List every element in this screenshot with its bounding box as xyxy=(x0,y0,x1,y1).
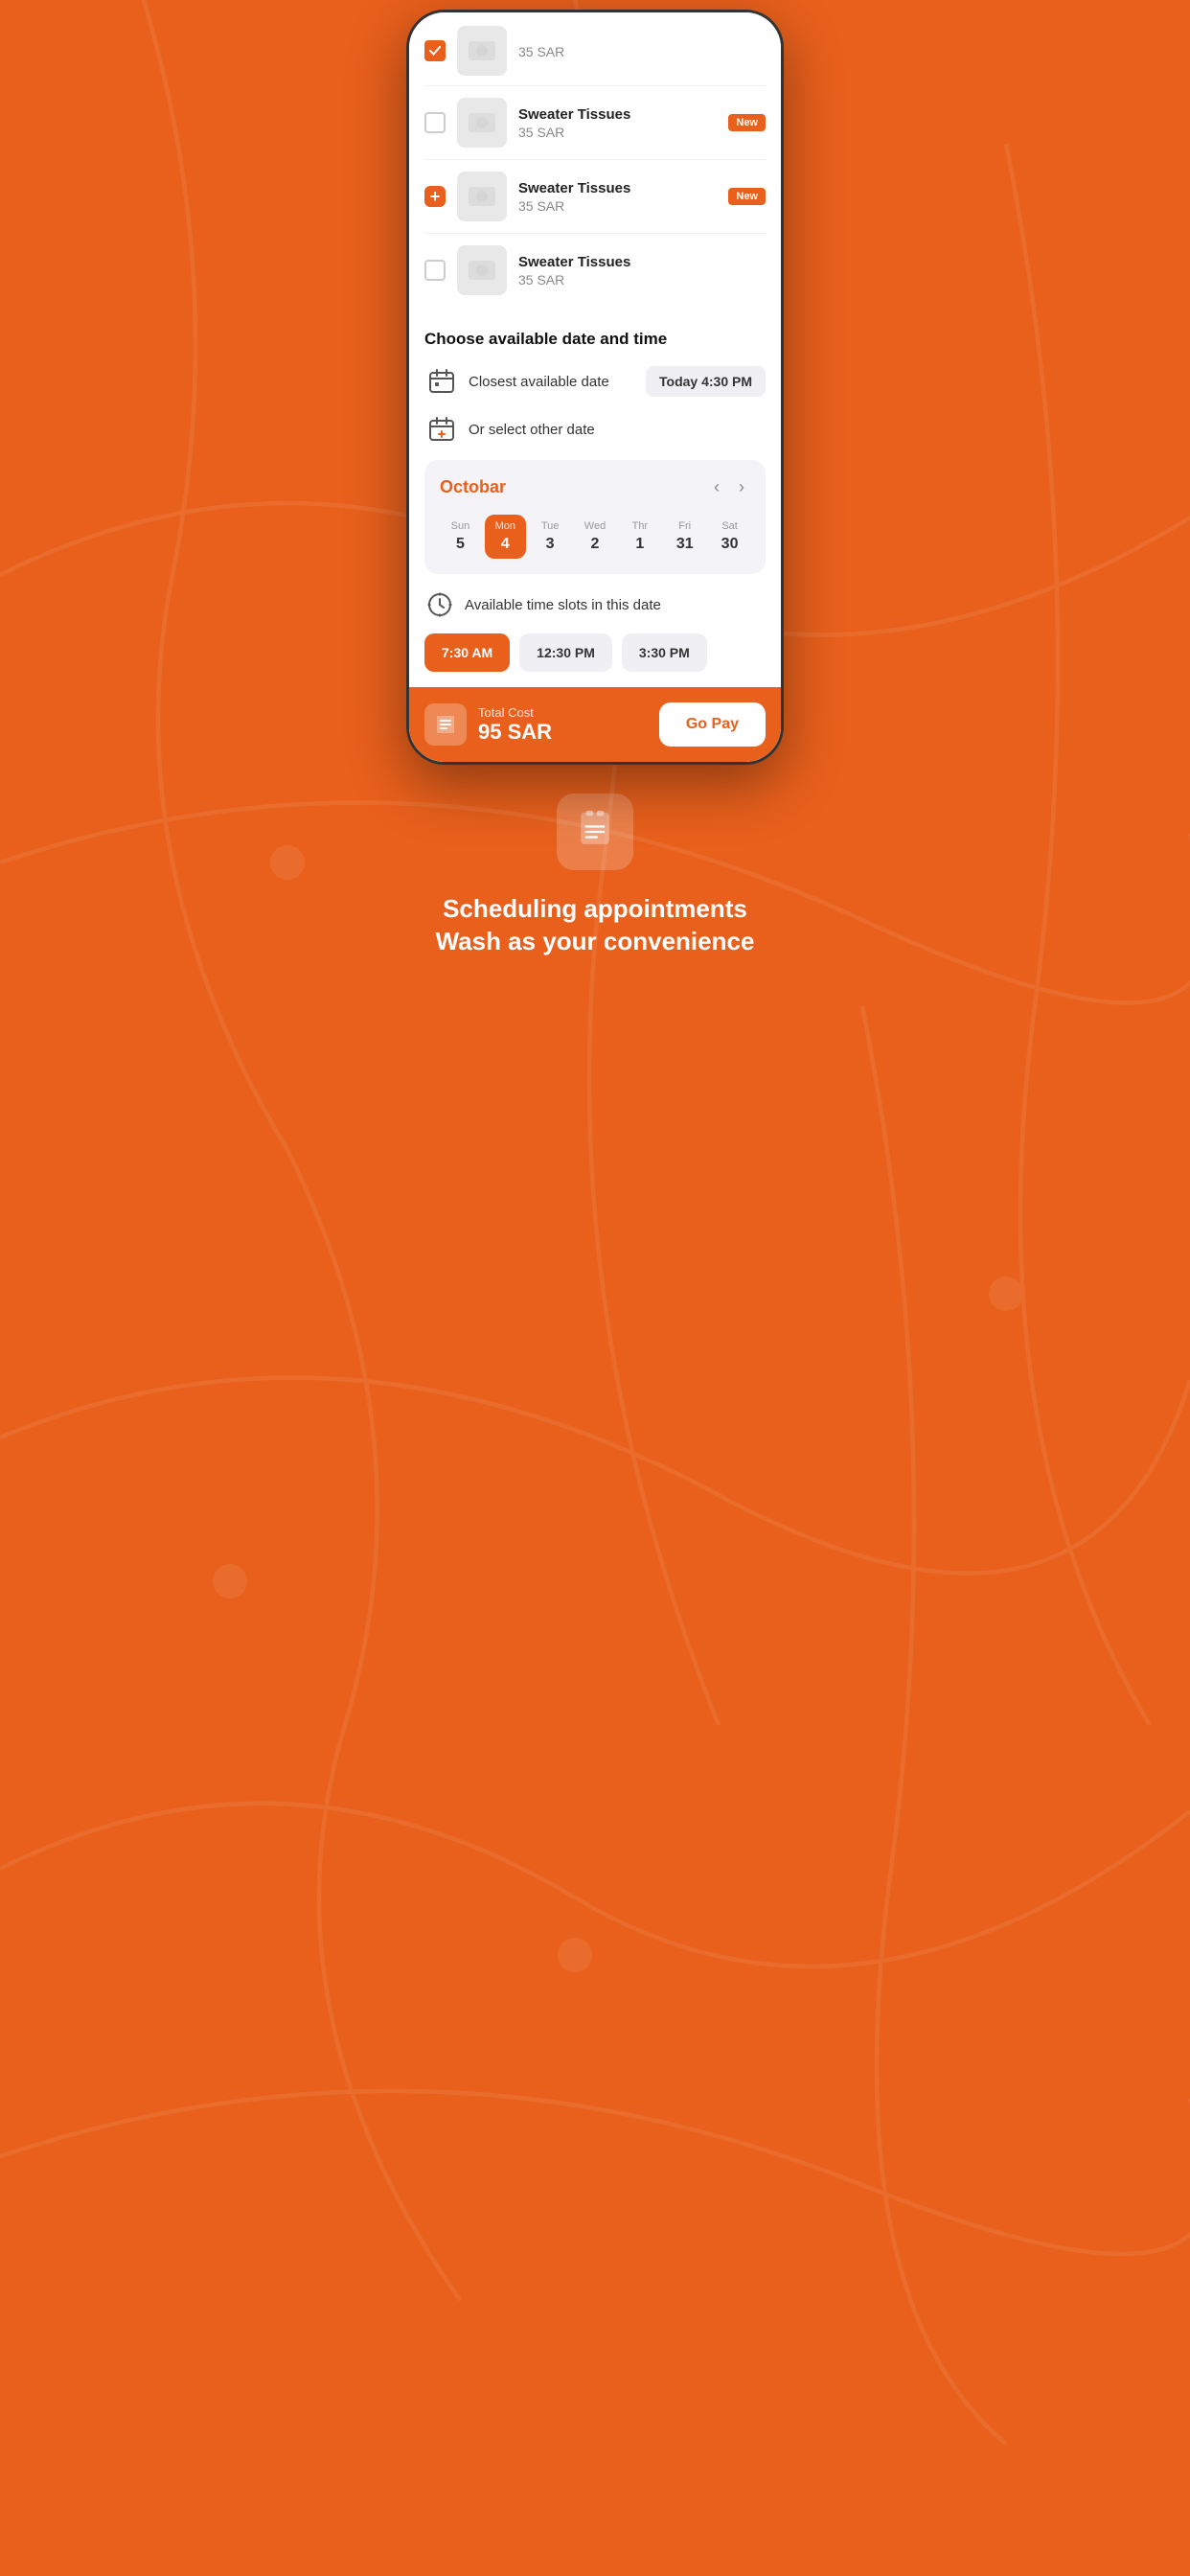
time-section: Available time slots in this date 7:30 A… xyxy=(409,589,781,687)
closest-date-row: Closest available date Today 4:30 PM xyxy=(424,364,766,399)
new-badge-1: New xyxy=(728,114,766,131)
time-slots-container: 7:30 AM12:30 PM 3:30 PM xyxy=(424,633,766,672)
product-thumbnail-top xyxy=(457,26,507,76)
calendar-day-30[interactable]: Sat 30 xyxy=(709,515,750,559)
calendar-day-1[interactable]: Thr 1 xyxy=(619,515,660,559)
calendar-month: Octobar xyxy=(440,477,506,497)
footer-left: Total Cost 95 SAR xyxy=(424,703,552,746)
footer-cost-info: Total Cost 95 SAR xyxy=(478,705,552,745)
time-slot-7-30-AM[interactable]: 7:30 AM xyxy=(424,633,510,672)
product-price-3: 35 SAR xyxy=(518,272,766,288)
bottom-section: Scheduling appointments Wash as your con… xyxy=(397,765,793,997)
calendar-day-31[interactable]: Fri 31 xyxy=(664,515,705,559)
calendar-next-btn[interactable]: › xyxy=(733,475,750,499)
calendar-header: Octobar ‹ › xyxy=(440,475,750,499)
phone-wrapper: 35 SAR Sweater xyxy=(397,0,793,765)
time-slot-3-30-PM[interactable]: 3:30 PM xyxy=(622,633,707,672)
calendar-day-5[interactable]: Sun 5 xyxy=(440,515,481,559)
calendar-icon xyxy=(424,364,459,399)
calendar-nav: ‹ › xyxy=(708,475,750,499)
product-price-top: 35 SAR xyxy=(518,44,766,59)
product-checkbox-top[interactable] xyxy=(424,40,446,61)
closest-date-value[interactable]: Today 4:30 PM xyxy=(646,366,766,397)
bottom-title: Scheduling appointments Wash as your con… xyxy=(416,893,774,958)
new-badge-2: New xyxy=(728,188,766,205)
total-cost-label: Total Cost xyxy=(478,705,552,720)
calendar-days: Sun 5 Mon 4 Tue 3 Wed 2 Thr 1 Fri 31 Sat… xyxy=(440,515,750,559)
clock-icon xyxy=(424,589,455,620)
footer-bar: Total Cost 95 SAR Go Pay xyxy=(409,687,781,762)
product-checkbox-1[interactable] xyxy=(424,112,446,133)
product-item-3: Sweater Tissues 35 SAR xyxy=(424,234,766,307)
date-section-title: Choose available date and time xyxy=(424,330,766,349)
product-add-btn-2[interactable]: + xyxy=(424,186,446,207)
phone-content: 35 SAR Sweater xyxy=(409,12,781,762)
product-thumbnail-2 xyxy=(457,172,507,221)
product-item-2: + Sweater Tissues 35 SAR New xyxy=(424,160,766,234)
product-info-3: Sweater Tissues 35 SAR xyxy=(518,254,766,288)
date-section: Choose available date and time Closest a… xyxy=(409,314,781,447)
add-calendar-icon xyxy=(424,412,459,447)
receipt-icon xyxy=(424,703,467,746)
product-checkbox-3[interactable] xyxy=(424,260,446,281)
app-icon xyxy=(557,794,633,870)
product-list: Sweater Tissues 35 SAR New + xyxy=(409,86,781,314)
go-pay-button[interactable]: Go Pay xyxy=(659,702,766,747)
product-info-top: 35 SAR xyxy=(518,42,766,59)
product-name-3: Sweater Tissues xyxy=(518,254,766,270)
other-date-label: Or select other date xyxy=(469,422,766,438)
other-date-row[interactable]: Or select other date xyxy=(424,412,766,447)
partial-product-item: 35 SAR xyxy=(424,16,766,86)
product-thumbnail-1 xyxy=(457,98,507,148)
calendar-prev-btn[interactable]: ‹ xyxy=(708,475,725,499)
calendar-day-4[interactable]: Mon 4 xyxy=(485,515,526,559)
calendar-day-2[interactable]: Wed 2 xyxy=(575,515,616,559)
product-item-1: Sweater Tissues 35 SAR New xyxy=(424,86,766,160)
calendar-container: Octobar ‹ › Sun 5 Mon 4 Tue 3 Wed 2 Thr xyxy=(424,460,766,574)
phone-frame: 35 SAR Sweater xyxy=(406,10,784,765)
time-slots-label: Available time slots in this date xyxy=(465,597,661,613)
time-slot-12-30-PM[interactable]: 12:30 PM xyxy=(519,633,612,672)
time-label-row: Available time slots in this date xyxy=(424,589,766,620)
top-partial-list: 35 SAR xyxy=(409,12,781,86)
calendar-day-3[interactable]: Tue 3 xyxy=(530,515,571,559)
product-thumbnail-3 xyxy=(457,245,507,295)
total-cost-value: 95 SAR xyxy=(478,720,552,745)
closest-date-label: Closest available date xyxy=(469,374,646,390)
